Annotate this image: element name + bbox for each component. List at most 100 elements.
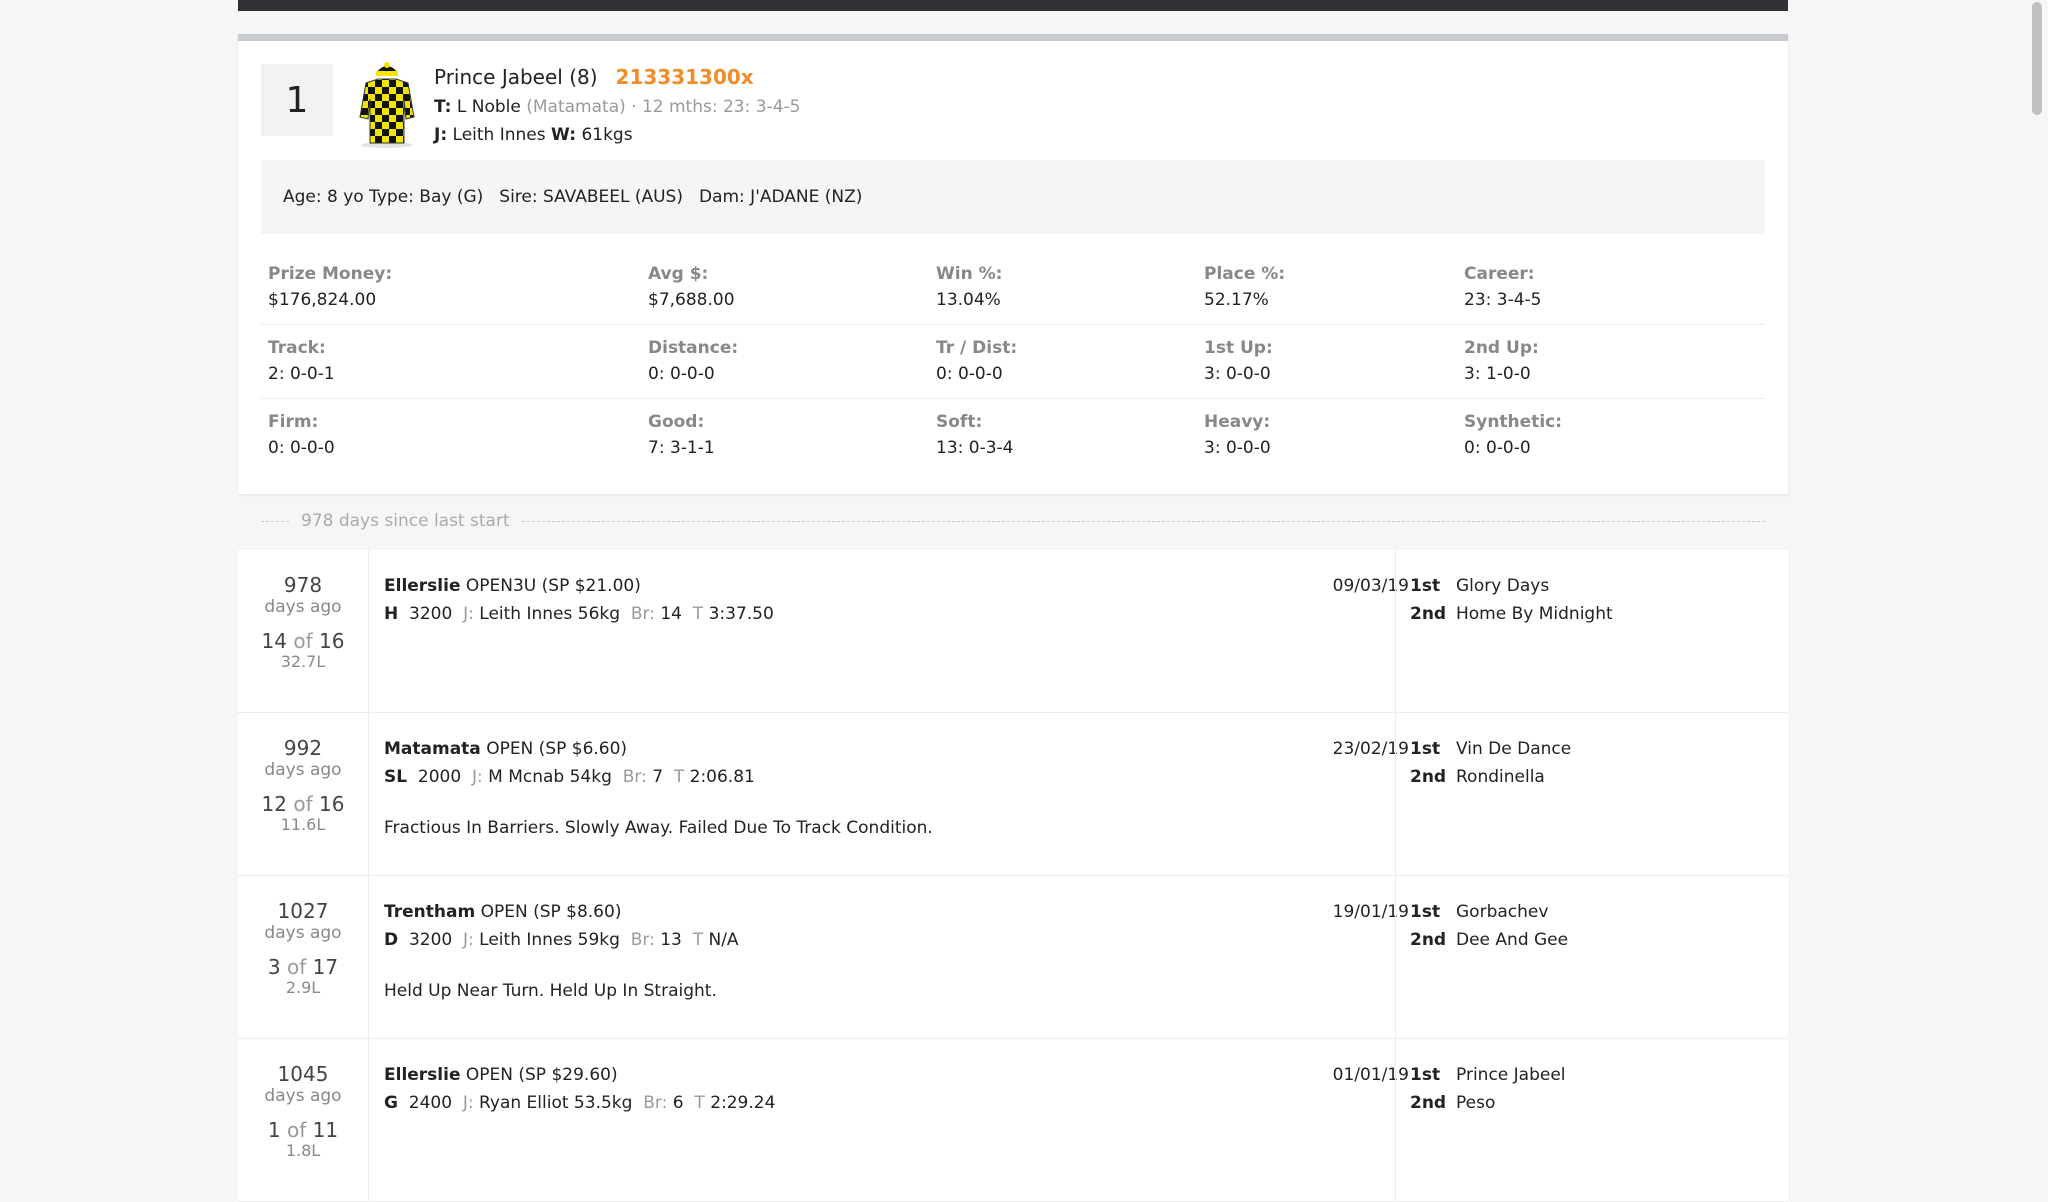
stat-value: 7: 3-1-1: [648, 438, 715, 458]
run-time-prefix: T: [673, 767, 685, 787]
run-condition: SL: [384, 767, 408, 787]
finish-position: 14 of 16: [261, 629, 345, 653]
run-jockey: Leith Innes 59kg: [479, 930, 620, 950]
run-condition: G: [384, 1093, 398, 1113]
run-time-prefix: T: [692, 604, 704, 624]
first-placed[interactable]: Gorbachev: [1456, 902, 1548, 922]
stat-cell: Win %: 13.04%: [929, 263, 1197, 324]
trainer-name[interactable]: L Noble: [457, 97, 521, 117]
stat-label: Synthetic:: [1464, 412, 1563, 432]
first-placed[interactable]: Glory Days: [1456, 576, 1549, 596]
run-time-prefix: T: [692, 930, 704, 950]
stat-cell: Prize Money: $176,824.00: [261, 263, 641, 324]
days-count: 978: [283, 573, 323, 597]
stat-label: Soft:: [936, 412, 983, 432]
form-runs-list: 978 days ago 14 of 16 32.7L Ellerslie OP…: [238, 550, 1788, 1202]
pedigree-details: Age: 8 yo Type: Bay (G) Sire: SAVABEEL (…: [261, 160, 1765, 234]
trainer-prefix: T:: [434, 97, 452, 117]
run-track[interactable]: Matamata: [384, 739, 481, 759]
stat-label: Heavy:: [1204, 412, 1271, 432]
second-placed[interactable]: Peso: [1456, 1093, 1495, 1113]
stat-label: Distance:: [648, 338, 739, 358]
runner-number: 1: [261, 64, 333, 136]
stat-label: Win %:: [936, 264, 1003, 284]
days-ago-label: days ago: [264, 597, 342, 617]
run-jockey-prefix: J:: [463, 604, 474, 624]
stat-cell: 1st Up: 3: 0-0-0: [1197, 337, 1457, 398]
second-placed[interactable]: Rondinella: [1456, 767, 1545, 787]
run-barrier-prefix: Br:: [630, 604, 655, 624]
run-date: 19/01/19: [1332, 902, 1409, 922]
stat-label: Good:: [648, 412, 705, 432]
top-nav-bar: [238, 0, 1788, 11]
run-details: Ellerslie OPEN (SP $29.60) G 2400 J: Rya…: [384, 1061, 1384, 1117]
run-distance: 3200: [408, 930, 453, 950]
run-jockey-prefix: J:: [471, 767, 483, 787]
form-run-row[interactable]: 978 days ago 14 of 16 32.7L Ellerslie OP…: [238, 550, 1788, 713]
stat-label: Place %:: [1204, 264, 1286, 284]
stat-value: 0: 0-0-0: [648, 364, 715, 384]
run-summary: 1027 days ago 3 of 17 2.9L: [238, 876, 369, 1038]
run-condition: H: [384, 604, 399, 624]
run-placings: 1st Gorbachev 2nd Dee And Gee: [1395, 876, 1788, 1038]
weight-prefix: W:: [551, 125, 577, 145]
finish-margin: 2.9L: [285, 978, 321, 997]
second-label: 2nd: [1410, 1093, 1447, 1113]
second-placed[interactable]: Home By Midnight: [1456, 604, 1613, 624]
run-time: N/A: [708, 930, 739, 950]
run-time: 2:29.24: [710, 1093, 776, 1113]
run-details: Matamata OPEN (SP $6.60) SL 2000 J: M Mc…: [384, 735, 1384, 842]
days-ago-label: days ago: [264, 760, 342, 780]
first-placed[interactable]: Vin De Dance: [1456, 739, 1571, 759]
run-jockey-prefix: J:: [462, 1093, 474, 1113]
stat-value: 13: 0-3-4: [936, 438, 1014, 458]
run-track[interactable]: Ellerslie: [384, 576, 460, 596]
dam: Dam: J'ADANE (NZ): [698, 187, 863, 207]
form-run-row[interactable]: 1027 days ago 3 of 17 2.9L Trentham OPEN…: [238, 876, 1788, 1039]
stat-value: 0: 0-0-0: [268, 438, 335, 458]
form-run-row[interactable]: 1045 days ago 1 of 11 1.8L Ellerslie OPE…: [238, 1039, 1788, 1202]
run-barrier-prefix: Br:: [622, 767, 647, 787]
stats-row: Firm: 0: 0-0-0 Good: 7: 3-1-1 Soft: 13: 0-3-4…: [261, 399, 1765, 473]
run-summary: 992 days ago 12 of 16 11.6L: [238, 713, 369, 875]
stat-label: Career:: [1464, 264, 1535, 284]
stat-cell: Distance: 0: 0-0-0: [641, 337, 929, 398]
runner-name[interactable]: Prince Jabeel (8): [434, 65, 598, 89]
first-placed[interactable]: Prince Jabeel: [1456, 1065, 1566, 1085]
second-label: 2nd: [1410, 604, 1447, 624]
stat-value: $176,824.00: [268, 290, 377, 310]
run-barrier: 6: [672, 1093, 684, 1113]
stat-label: Track:: [268, 338, 326, 358]
stats-grid: Prize Money: $176,824.00 Avg $: $7,688.00 Wi…: [261, 251, 1765, 473]
run-distance: 3200: [409, 604, 453, 624]
stat-value: 0: 0-0-0: [936, 364, 1003, 384]
run-placings: 1st Prince Jabeel 2nd Peso: [1395, 1039, 1788, 1201]
run-time: 2:06.81: [689, 767, 755, 787]
form-run-row[interactable]: 992 days ago 12 of 16 11.6L Matamata OPE…: [238, 713, 1788, 876]
run-details: Trentham OPEN (SP $8.60) D 3200 J: Leith…: [384, 898, 1384, 1005]
days-count: 992: [283, 736, 323, 760]
run-date: 01/01/19: [1332, 1065, 1409, 1085]
second-placed[interactable]: Dee And Gee: [1456, 930, 1568, 950]
run-race: OPEN (SP $8.60): [480, 902, 622, 922]
second-label: 2nd: [1410, 767, 1447, 787]
second-label: 2nd: [1410, 930, 1447, 950]
stat-cell: Heavy: 3: 0-0-0: [1197, 411, 1457, 473]
run-summary: 1045 days ago 1 of 11 1.8L: [238, 1039, 369, 1201]
stat-value: 23: 3-4-5: [1464, 290, 1542, 310]
finish-position: 12 of 16: [261, 792, 345, 816]
stat-cell: Avg $: $7,688.00: [641, 263, 929, 324]
finish-margin: 1.8L: [285, 1141, 321, 1160]
finish-position: 3 of 17: [267, 955, 339, 979]
scrollbar-thumb[interactable]: [2032, 2, 2042, 115]
stat-value: 2: 0-0-1: [268, 364, 335, 384]
runner-info: Prince Jabeel (8) 213331300x T: L Noble (…: [434, 63, 800, 149]
first-label: 1st: [1410, 576, 1441, 596]
jockey-name[interactable]: Leith Innes: [453, 125, 546, 145]
run-track[interactable]: Trentham: [384, 902, 475, 922]
run-track[interactable]: Ellerslie: [384, 1065, 460, 1085]
run-time-prefix: T: [694, 1093, 705, 1113]
run-jockey: Leith Innes 56kg: [479, 604, 621, 624]
run-barrier-prefix: Br:: [643, 1093, 668, 1113]
jockey-prefix: J:: [434, 125, 448, 145]
